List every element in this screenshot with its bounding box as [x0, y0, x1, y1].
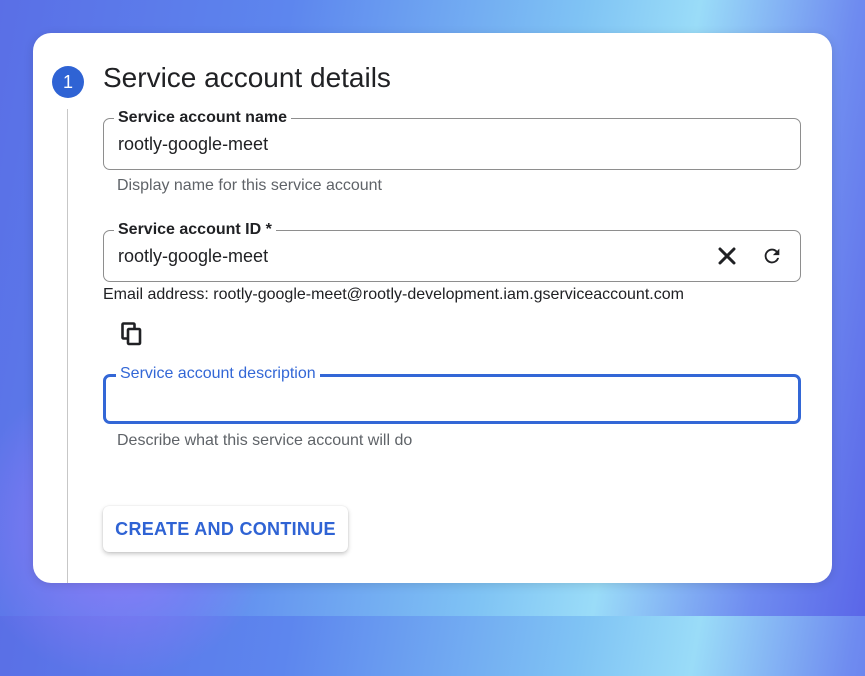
service-account-name-helper: Display name for this service account	[117, 177, 382, 194]
service-account-description-helper: Describe what this service account will …	[117, 432, 413, 449]
service-account-name-value[interactable]: rootly-google-meet	[118, 134, 268, 155]
refresh-icon[interactable]	[758, 242, 786, 270]
copy-icon[interactable]	[121, 322, 143, 346]
service-account-card: 1 Service account details Service accoun…	[33, 33, 832, 583]
service-account-description-label: Service account description	[116, 364, 320, 384]
step-connector-line	[67, 109, 68, 583]
page-title: Service account details	[103, 62, 391, 93]
service-account-name-field[interactable]: Service account name rootly-google-meet	[103, 108, 801, 170]
service-account-name-label: Service account name	[114, 108, 291, 128]
service-account-id-field[interactable]: Service account ID * rootly-google-meet	[103, 220, 801, 282]
service-account-description-field[interactable]: Service account description	[103, 364, 801, 424]
create-and-continue-button[interactable]: CREATE AND CONTINUE	[103, 506, 348, 552]
service-account-id-label: Service account ID *	[114, 220, 276, 240]
service-account-id-value[interactable]: rootly-google-meet	[118, 246, 268, 267]
step-number-badge: 1	[52, 66, 84, 98]
clear-icon[interactable]	[713, 242, 741, 270]
email-address-text: Email address: rootly-google-meet@rootly…	[103, 286, 684, 303]
